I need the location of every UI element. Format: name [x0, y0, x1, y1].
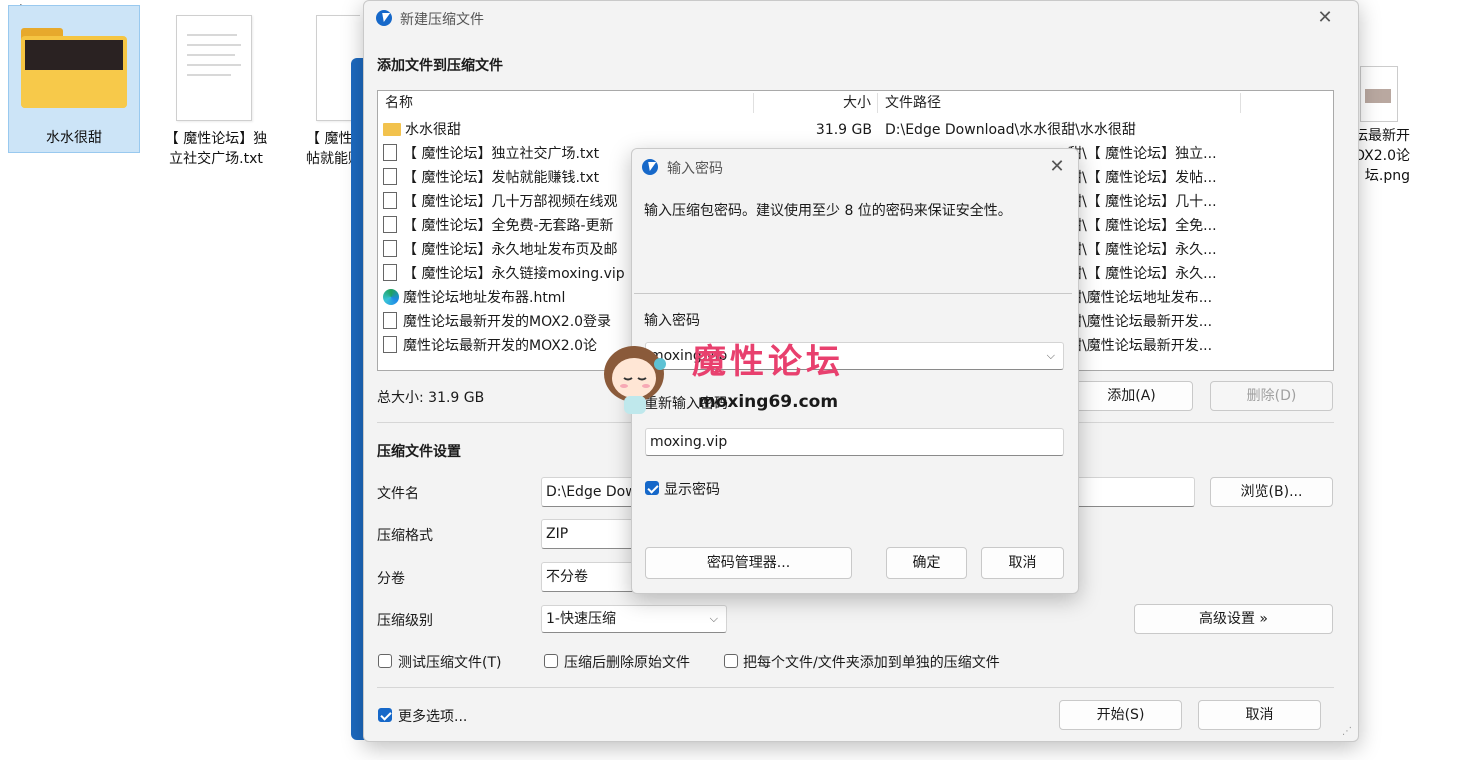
- volume-value: 不分卷: [546, 569, 588, 585]
- file-path: 甜\【 魔性论坛】全免...: [1068, 218, 1217, 234]
- watermark: 魔性论坛 moxing69.com: [598, 330, 868, 420]
- chevron-down-icon[interactable]: ⌵: [1047, 343, 1055, 369]
- file-path: 甜\【 魔性论坛】永久...: [1068, 242, 1217, 258]
- app-logo-icon: [642, 159, 658, 175]
- separate-archives-checkbox[interactable]: [724, 654, 738, 668]
- volume-label: 分卷: [377, 571, 405, 587]
- txt-file-icon: [383, 264, 397, 281]
- txt-file-icon: [383, 192, 397, 209]
- file-name: 魔性论坛地址发布器.html: [403, 290, 566, 306]
- delete-button[interactable]: 删除(D): [1210, 381, 1333, 411]
- test-archive-checkbox[interactable]: [378, 654, 392, 668]
- file-row[interactable]: 水水很甜 31.9 GB D:\Edge Download\水水很甜\水水很甜: [378, 118, 1333, 142]
- desktop-file-txt[interactable]: 【 魔性论坛】独立社交广场.txt: [160, 5, 272, 175]
- txt-file-icon: [383, 168, 397, 185]
- file-name: 魔性论坛最新开发的MOX2.0登录: [403, 314, 612, 330]
- more-options-label: 更多选项...: [398, 709, 468, 725]
- file-path: D:\Edge Download\水水很甜\水水很甜: [885, 122, 1136, 138]
- chevron-down-icon: ⌵: [709, 612, 718, 625]
- watermark-title: 魔性论坛: [692, 342, 844, 382]
- level-select[interactable]: 1-快速压缩 ⌵: [541, 605, 727, 633]
- desktop-item-label: 水水很甜: [46, 130, 102, 146]
- file-size: 31.9 GB: [815, 122, 872, 138]
- add-button[interactable]: 添加(A): [1070, 381, 1193, 411]
- file-name: 【 魔性论坛】发帖就能赚钱.txt: [403, 170, 600, 186]
- confirm-password-value: moxing.vip: [650, 434, 728, 450]
- png-file-icon: [383, 336, 397, 353]
- close-icon[interactable]: ✕: [1048, 158, 1066, 176]
- confirm-password-input[interactable]: moxing.vip: [645, 428, 1064, 456]
- file-path: 甜\【 魔性论坛】发帖...: [1068, 170, 1217, 186]
- file-path: 甜\【 魔性论坛】独立...: [1068, 146, 1217, 162]
- txt-file-icon: [176, 15, 252, 121]
- txt-file-icon: [383, 144, 397, 161]
- level-value: 1-快速压缩: [546, 611, 616, 627]
- show-password-label: 显示密码: [664, 482, 720, 498]
- file-name: 魔性论坛最新开发的MOX2.0论: [403, 338, 598, 354]
- ok-button[interactable]: 确定: [886, 547, 967, 579]
- level-label: 压缩级别: [377, 613, 433, 629]
- file-path: 甜\魔性论坛最新开发...: [1068, 314, 1213, 330]
- delete-original-label: 压缩后删除原始文件: [564, 655, 690, 671]
- close-icon[interactable]: ✕: [1316, 9, 1334, 27]
- desktop-folder[interactable]: 水水很甜: [8, 5, 140, 153]
- mascot-avatar: [598, 334, 676, 416]
- file-name: 水水很甜: [405, 122, 461, 138]
- delete-original-checkbox[interactable]: [544, 654, 558, 668]
- desktop-item-label: 【 魔性论坛】独立社交广场.txt: [164, 131, 268, 167]
- dialog-cancel-button[interactable]: 取消: [981, 547, 1064, 579]
- file-name: 【 魔性论坛】永久链接moxing.vip: [403, 266, 625, 282]
- txt-file-icon: [383, 216, 397, 233]
- txt-file-icon: [383, 240, 397, 257]
- title-bar[interactable]: 新建压缩文件 ✕: [364, 1, 1358, 35]
- password-manager-button[interactable]: 密码管理器...: [645, 547, 852, 579]
- app-logo-icon: [376, 10, 392, 26]
- format-value: ZIP: [546, 526, 569, 542]
- browse-button[interactable]: 浏览(B)...: [1210, 477, 1333, 507]
- window-title: 新建压缩文件: [400, 12, 484, 28]
- dialog-title-bar[interactable]: 输入密码 ✕: [632, 149, 1078, 183]
- column-header-size[interactable]: 大小: [843, 91, 871, 115]
- file-path: 甜\【 魔性论坛】几十...: [1068, 194, 1217, 210]
- total-size: 总大小: 31.9 GB: [377, 390, 485, 406]
- settings-title: 压缩文件设置: [377, 444, 461, 460]
- format-label: 压缩格式: [377, 528, 433, 544]
- folder-icon: [21, 24, 127, 108]
- show-password-checkbox[interactable]: [645, 481, 659, 495]
- file-name: 【 魔性论坛】几十万部视频在线观: [403, 194, 618, 210]
- filename-label: 文件名: [377, 486, 419, 502]
- dialog-title: 输入密码: [667, 161, 723, 177]
- file-path: 甜\魔性论坛最新开发...: [1068, 338, 1213, 354]
- test-archive-label: 测试压缩文件(T): [398, 655, 502, 671]
- resize-grip-icon[interactable]: ⋰: [1342, 726, 1352, 737]
- start-button[interactable]: 开始(S): [1059, 700, 1182, 730]
- advanced-settings-button[interactable]: 高级设置 »: [1134, 604, 1333, 634]
- file-name-cell: 水水很甜: [383, 118, 743, 142]
- folder-icon: [383, 123, 401, 136]
- more-options-checkbox[interactable]: [378, 708, 392, 722]
- file-name: 【 魔性论坛】独立社交广场.txt: [403, 146, 600, 162]
- file-name: 【 魔性论坛】全免费-无套路-更新: [403, 218, 614, 234]
- file-path: 甜\【 魔性论坛】永久...: [1068, 266, 1217, 282]
- password-label: 输入密码: [644, 313, 700, 329]
- png-file-icon: [383, 312, 397, 329]
- column-header-path[interactable]: 文件路径: [885, 91, 941, 115]
- watermark-url: moxing69.com: [698, 392, 839, 412]
- file-name: 【 魔性论坛】永久地址发布页及邮: [403, 242, 618, 258]
- filename-value: D:\Edge Dow: [546, 484, 637, 500]
- column-header-name[interactable]: 名称: [385, 91, 413, 115]
- dialog-description: 输入压缩包密码。建议使用至少 8 位的密码来保证安全性。: [644, 203, 1012, 219]
- file-path: 甜\魔性论坛地址发布...: [1068, 290, 1213, 306]
- edge-icon: [383, 289, 399, 305]
- separate-archives-label: 把每个文件/文件夹添加到单独的压缩文件: [743, 655, 1000, 671]
- section-title: 添加文件到压缩文件: [377, 58, 503, 74]
- cancel-button[interactable]: 取消: [1198, 700, 1321, 730]
- png-file-icon: [1360, 66, 1398, 122]
